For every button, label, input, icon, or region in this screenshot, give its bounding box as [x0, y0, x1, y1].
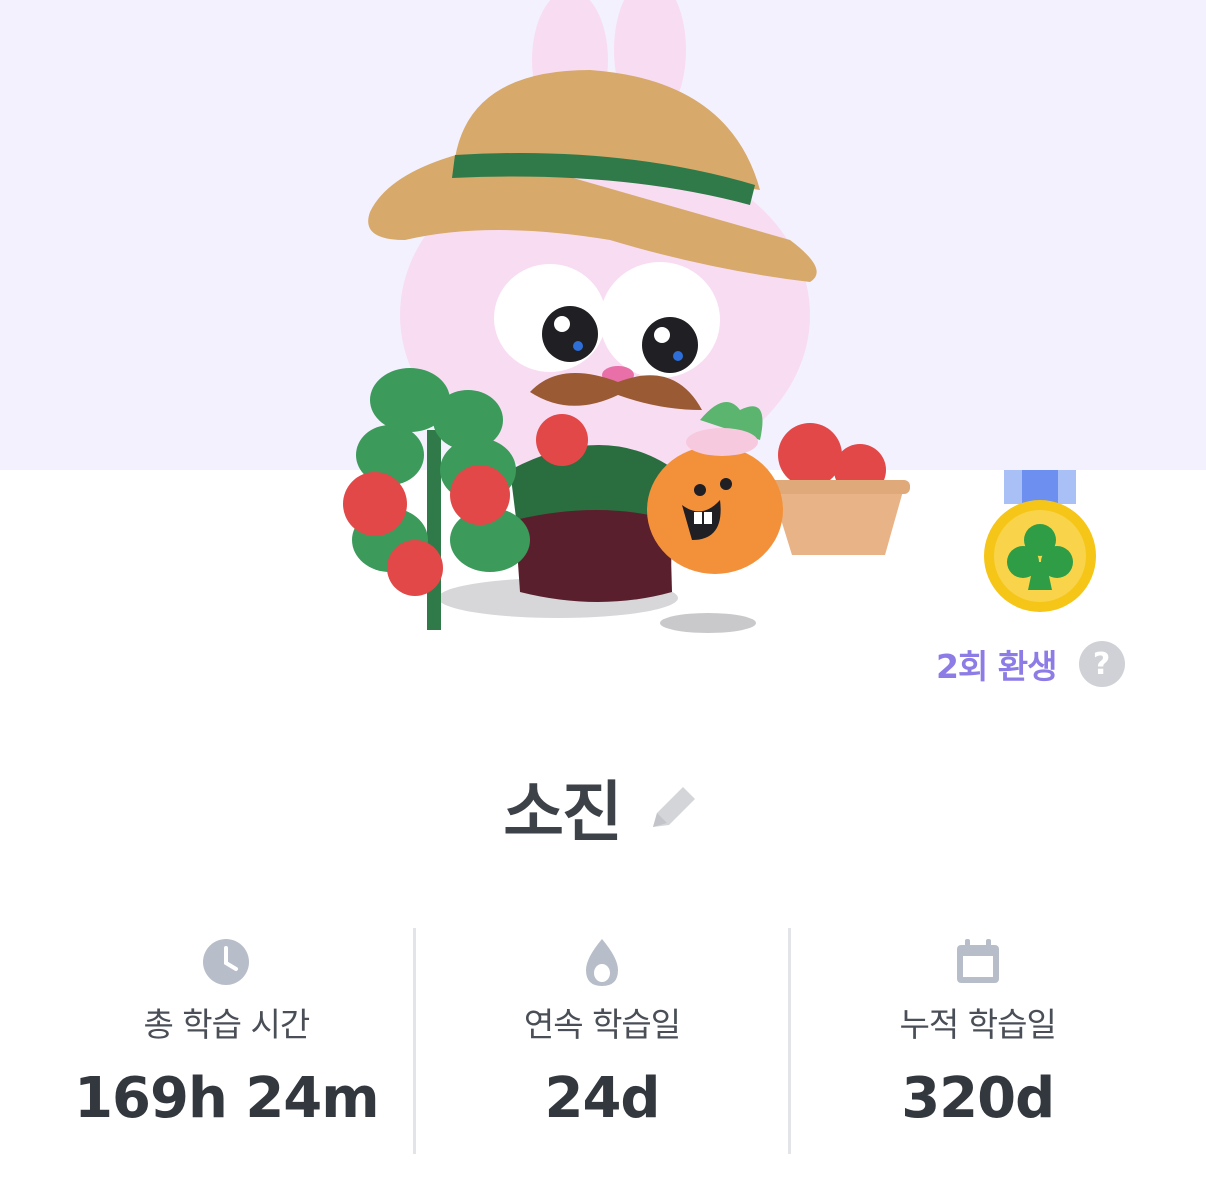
clock-icon	[203, 939, 250, 985]
mascot-illustration	[343, 0, 910, 633]
stat-cumulative-days: 누적 학습일 320d	[788, 928, 1164, 1154]
stat-label: 연속 학습일	[523, 1005, 681, 1044]
calendar-icon	[956, 939, 999, 983]
club-medal-icon	[984, 470, 1096, 612]
stat-label: 총 학습 시간	[143, 1005, 310, 1044]
stat-value: 320d	[901, 1066, 1055, 1131]
stat-total-study-time: 총 학습 시간 169h 24m	[40, 928, 413, 1154]
learning-stats: 총 학습 시간 169h 24m 연속 학습일 24d 누적 학습일 320d	[40, 928, 1164, 1154]
profile-name-row: 소진	[0, 762, 1206, 852]
help-icon[interactable]: ?	[1078, 641, 1125, 687]
flame-icon	[586, 939, 618, 986]
stat-value: 24d	[544, 1066, 661, 1131]
pencil-icon[interactable]	[643, 777, 703, 837]
stat-streak-days: 연속 학습일 24d	[412, 928, 789, 1154]
stat-label: 누적 학습일	[899, 1005, 1057, 1044]
user-name: 소진	[503, 774, 622, 851]
rebirth-status: 2회 환생 ?	[936, 640, 1125, 688]
stat-value: 169h 24m	[74, 1066, 380, 1131]
rebirth-count-label: 2회 환생	[936, 647, 1058, 686]
